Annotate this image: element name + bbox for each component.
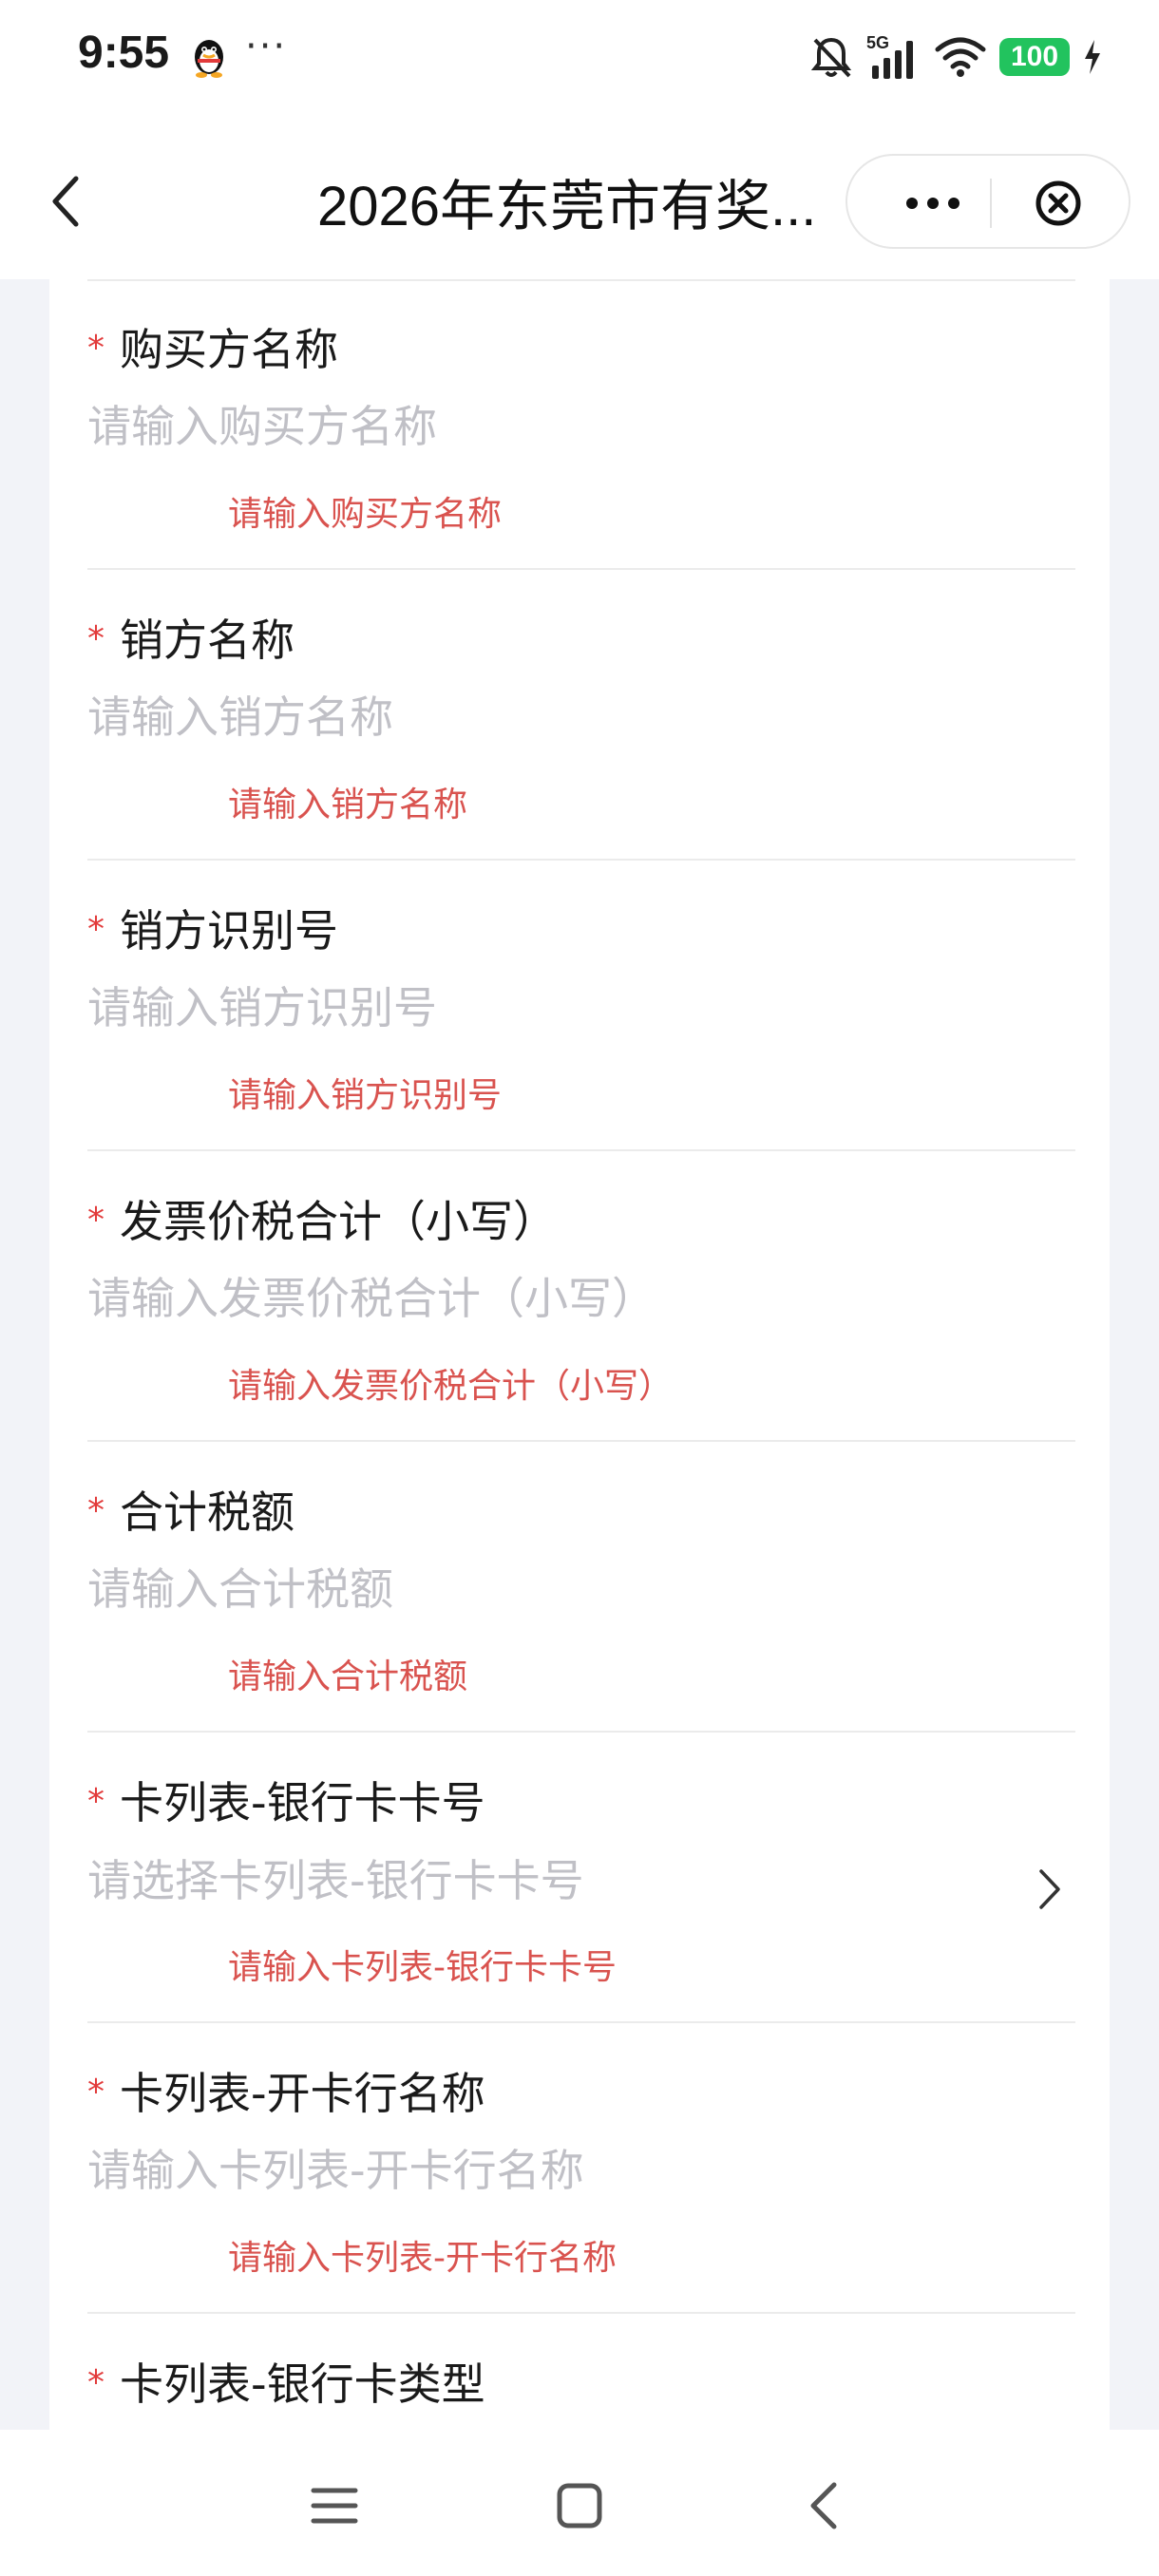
field-label: * 销方名称 (87, 615, 294, 666)
error-message: 请输入合计税额 (228, 1657, 468, 1696)
error-message: 请输入销方名称 (228, 786, 468, 824)
field-label: * 卡列表-银行卡类型 (87, 2358, 485, 2410)
wifi-icon (935, 37, 986, 77)
error-message: 请输入卡列表-开卡行名称 (228, 2239, 617, 2278)
field-label: * 发票价税合计（小写） (87, 1196, 557, 1247)
title-bar: 2026年东莞市有奖... (0, 114, 1159, 279)
bank-card-number-select[interactable]: 请选择卡列表-银行卡卡号 (87, 1847, 1075, 1913)
field-label: * 卡列表-开卡行名称 (87, 2068, 485, 2119)
required-mark: * (87, 910, 104, 949)
error-message: 请输入销方识别号 (228, 1076, 503, 1115)
chevron-right-icon (1039, 1869, 1060, 1909)
field-label: * 购买方名称 (87, 324, 338, 375)
buyer-name-input[interactable] (87, 393, 1075, 460)
required-mark: * (87, 329, 104, 368)
error-message: 请输入卡列表-银行卡卡号 (228, 1948, 617, 1987)
status-overflow-dots: ··· (245, 25, 288, 68)
field-label: * 合计税额 (87, 1487, 294, 1538)
charging-bolt-icon (1085, 40, 1100, 74)
more-dots-icon (906, 198, 960, 209)
status-bar: 9:55 ··· 5G 100 (0, 0, 1159, 114)
form-item-buyer-name: * 购买方名称 请输入购买方名称 (87, 279, 1075, 570)
required-mark: * (87, 1491, 104, 1530)
qq-penguin-icon (195, 40, 223, 78)
error-message: 请输入发票价税合计（小写） (228, 1367, 674, 1406)
form-card: *购买方名称 请输入购买方名称 *销方名称 请输入销方名称 *销方识别号 请输入… (49, 279, 1110, 2430)
back-triangle-icon[interactable] (796, 2477, 853, 2534)
invoice-total-input[interactable] (87, 1265, 1075, 1332)
system-nav-bar (0, 2430, 1159, 2576)
form-item-seller-name: * 销方名称 请输入销方名称 (87, 570, 1075, 861)
mini-program-capsule (846, 154, 1130, 249)
back-arrow-icon[interactable] (46, 171, 87, 232)
seller-name-input[interactable] (87, 684, 1075, 750)
more-button[interactable] (876, 175, 990, 232)
field-label: * 销方识别号 (87, 905, 338, 957)
required-mark: * (87, 2363, 104, 2402)
field-label: * 卡列表-银行卡卡号 (87, 1777, 485, 1828)
status-icons: 5G 100 (809, 28, 1102, 85)
seller-tax-id-input[interactable] (87, 975, 1075, 1041)
network-type: 5G (866, 33, 889, 52)
signal-icon: 5G (866, 33, 913, 79)
required-mark: * (87, 619, 104, 658)
required-mark: * (87, 2073, 104, 2112)
status-time: 9:55 (78, 28, 170, 78)
form-item-bank-name: * 卡列表-开卡行名称 请输入卡列表-开卡行名称 (87, 2023, 1075, 2314)
total-tax-input[interactable] (87, 1556, 1075, 1622)
close-circle-icon (1036, 180, 1081, 226)
menu-icon[interactable] (306, 2477, 363, 2534)
form-item-seller-tax-id: * 销方识别号 请输入销方识别号 (87, 861, 1075, 1151)
home-square-icon[interactable] (551, 2477, 608, 2534)
error-message: 请输入购买方名称 (228, 495, 503, 534)
required-mark: * (87, 1201, 104, 1240)
page-title: 2026年东莞市有奖... (317, 176, 817, 237)
battery-icon: 100 (999, 38, 1070, 76)
close-button[interactable] (1030, 175, 1087, 232)
required-mark: * (87, 1782, 104, 1821)
form-item-total-tax: * 合计税额 请输入合计税额 (87, 1442, 1075, 1733)
form-item-bank-card-number: * 卡列表-银行卡卡号 请选择卡列表-银行卡卡号 请输入卡列表-银行卡卡号 (87, 1733, 1075, 2023)
form-item-bank-card-type: * 卡列表-银行卡类型 (87, 2314, 1075, 2430)
form-item-invoice-total: * 发票价税合计（小写） 请输入发票价税合计（小写） (87, 1151, 1075, 1442)
bell-muted-icon (810, 37, 852, 78)
capsule-divider (990, 179, 992, 228)
bank-name-input[interactable] (87, 2137, 1075, 2204)
